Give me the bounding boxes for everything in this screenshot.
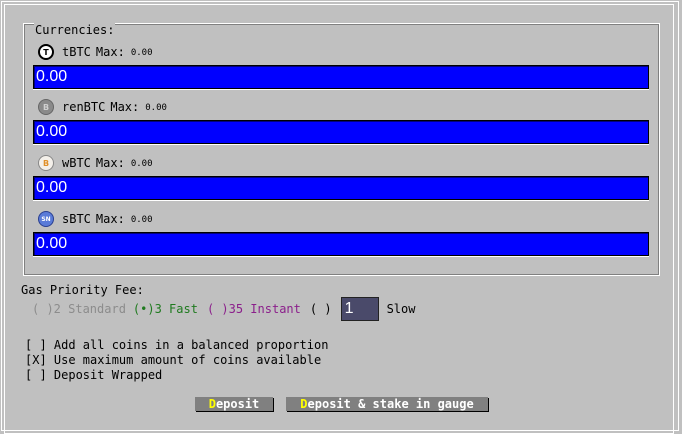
coin-name-tbtc: tBTC: [62, 45, 91, 59]
coin-name-renbtc: renBTC: [62, 100, 106, 114]
deposit-button-label: eposit: [215, 397, 260, 411]
amount-input-tbtc[interactable]: [33, 65, 649, 89]
max-label-wbtc: Max:: [95, 156, 125, 170]
amount-input-sbtc[interactable]: [33, 232, 649, 256]
gas-custom-input[interactable]: [340, 297, 379, 321]
max-value-renbtc: 0.00: [145, 103, 167, 113]
gas-priority-label: Gas Priority Fee:: [21, 283, 144, 297]
deposit-stake-button-label: eposit & stake in gauge: [307, 397, 474, 411]
deposit-button[interactable]: Deposit: [195, 397, 273, 411]
sbtc-coin-icon: SN: [38, 211, 54, 227]
coin-row-wbtc: B wBTC Max: 0.00: [38, 154, 153, 172]
deposit-hotkey: D: [208, 397, 216, 411]
amount-input-renbtc[interactable]: [33, 120, 649, 144]
gas-option-fast[interactable]: (•)3 Fast: [133, 302, 198, 316]
coin-name-wbtc: wBTC: [62, 156, 91, 170]
coin-row-tbtc: T tBTC Max: 0.00: [38, 43, 153, 61]
max-value-sbtc: 0.00: [130, 215, 153, 225]
amount-input-wbtc[interactable]: [33, 176, 649, 200]
max-label-sbtc: Max:: [95, 212, 125, 226]
max-label-renbtc: Max:: [110, 100, 140, 114]
wbtc-coin-icon: B: [38, 155, 54, 171]
max-label-tbtc: Max:: [95, 45, 125, 59]
gas-option-custom[interactable]: ( ): [310, 302, 332, 316]
max-value-wbtc: 0.00: [130, 159, 153, 169]
coin-row-renbtc: B renBTC Max: 0.00: [38, 98, 167, 116]
checkbox-maximum[interactable]: [X] Use maximum amount of coins availabl…: [25, 353, 321, 367]
deposit-stake-button[interactable]: Deposit & stake in gauge: [286, 397, 488, 411]
gas-slow-label: Slow: [386, 302, 416, 316]
deposit-stake-hotkey: D: [300, 397, 308, 411]
coin-name-sbtc: sBTC: [62, 212, 91, 226]
gas-option-instant[interactable]: ( )35 Instant: [207, 302, 301, 316]
renbtc-coin-icon: B: [38, 99, 54, 115]
checkbox-balanced[interactable]: [ ] Add all coins in a balanced proporti…: [25, 338, 328, 352]
currencies-legend: Currencies:: [34, 23, 116, 37]
checkbox-wrapped[interactable]: [ ] Deposit Wrapped: [25, 368, 162, 382]
gas-priority-options: ( )2 Standard (•)3 Fast ( )35 Instant ( …: [32, 297, 415, 321]
gas-option-standard[interactable]: ( )2 Standard: [32, 302, 126, 316]
tbtc-coin-icon: T: [38, 44, 54, 60]
max-value-tbtc: 0.00: [130, 48, 153, 58]
coin-row-sbtc: SN sBTC Max: 0.00: [38, 210, 153, 228]
